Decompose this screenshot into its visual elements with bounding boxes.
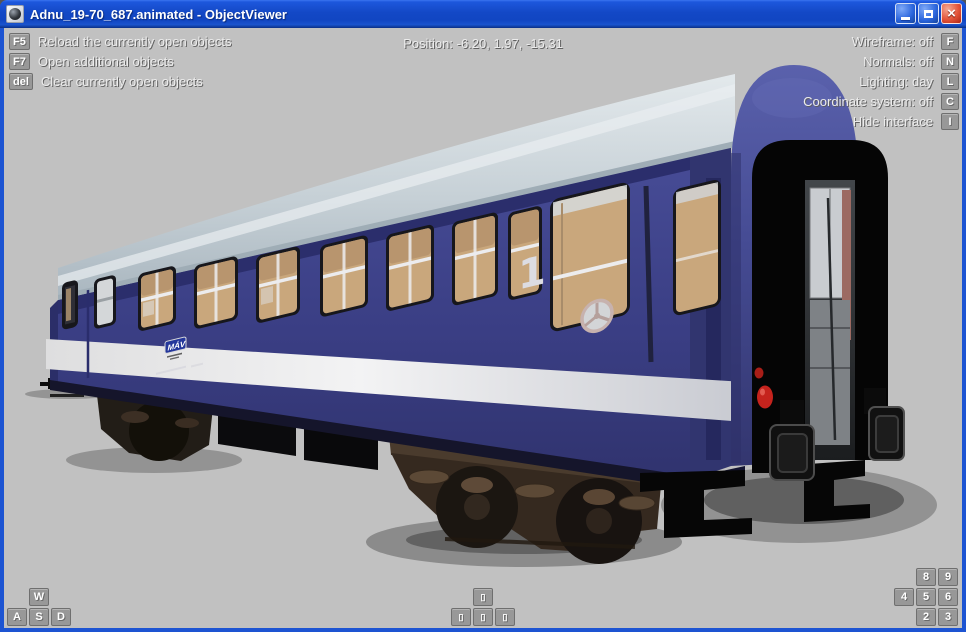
key-6: 6	[938, 588, 958, 606]
help-panel-right: Wireframe: off F Normals: off N Lighting…	[803, 33, 959, 130]
key-2: 2	[916, 608, 936, 626]
help-row: F7 Open additional objects	[9, 53, 232, 70]
carriage-window	[320, 235, 368, 317]
wasd-keys: W A S D	[7, 588, 71, 626]
carriage-window	[194, 256, 238, 329]
key-s: S	[29, 608, 49, 626]
key-w: W	[29, 588, 49, 606]
buffer-right	[868, 406, 905, 461]
carriage-window	[256, 246, 300, 323]
carriage-window	[386, 224, 434, 311]
help-row: Normals: off N	[863, 53, 959, 70]
window-controls: ×	[895, 3, 962, 24]
key-c: C	[941, 93, 959, 110]
carriage-window	[62, 280, 78, 330]
key-f7: F7	[9, 53, 30, 70]
arrow-right-key: ▯	[495, 608, 515, 626]
arrow-left-key: ▯	[451, 608, 471, 626]
help-row: del Clear currently open objects	[9, 73, 232, 90]
help-row: Coordinate system: off C	[803, 93, 959, 110]
carriage-window	[94, 275, 116, 329]
carriage-window	[138, 266, 176, 331]
minimize-icon	[901, 17, 910, 20]
objectviewer-window: Adnu_19-70_687.animated - ObjectViewer ×	[0, 0, 966, 632]
help-row: Hide interface I	[853, 113, 959, 130]
maximize-button[interactable]	[918, 3, 939, 24]
buffer-left	[769, 424, 815, 481]
class-marker: 1	[518, 246, 546, 300]
numpad-keys: 8 9 4 5 6 2 3	[894, 568, 958, 626]
arrow-up-key: ▯	[473, 588, 493, 606]
key-a: A	[7, 608, 27, 626]
minimize-button[interactable]	[895, 3, 916, 24]
window-title: Adnu_19-70_687.animated - ObjectViewer	[30, 6, 287, 22]
key-i: I	[941, 113, 959, 130]
help-row: Lighting: day L	[859, 73, 959, 90]
key-d: D	[51, 608, 71, 626]
titlebar[interactable]: Adnu_19-70_687.animated - ObjectViewer ×	[0, 0, 966, 28]
viewport-3d[interactable]: 1 MÁV F5 Reload the currently open objec…	[4, 28, 962, 628]
key-5: 5	[916, 588, 936, 606]
key-3: 3	[938, 608, 958, 626]
key-f: F	[941, 33, 959, 50]
close-button[interactable]: ×	[941, 3, 962, 24]
key-del: del	[9, 73, 33, 90]
key-4: 4	[894, 588, 914, 606]
arrow-keys: ▯ ▯ ▯ ▯	[451, 588, 515, 626]
maximize-icon	[924, 9, 933, 18]
gangway	[752, 140, 888, 473]
help-row: Wireframe: off F	[852, 33, 959, 50]
carriage-window	[452, 212, 498, 306]
carriage-window	[673, 180, 721, 316]
key-n: N	[941, 53, 959, 70]
arrow-down-key: ▯	[473, 608, 493, 626]
key-9: 9	[938, 568, 958, 586]
app-icon	[6, 5, 24, 23]
key-l: L	[941, 73, 959, 90]
close-icon: ×	[947, 5, 956, 22]
key-8: 8	[916, 568, 936, 586]
gangway-door	[809, 187, 851, 445]
